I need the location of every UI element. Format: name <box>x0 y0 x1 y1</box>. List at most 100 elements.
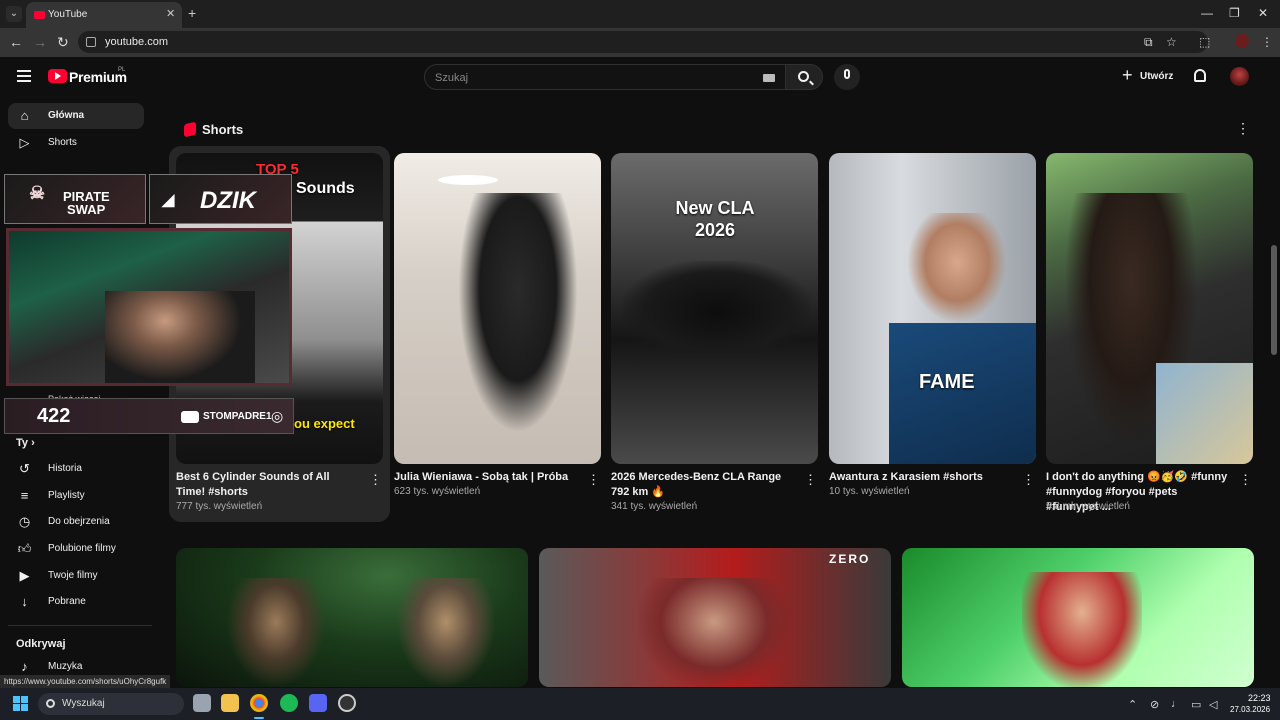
microphone-icon <box>844 69 850 79</box>
search-box[interactable] <box>424 64 786 90</box>
thumb-figure <box>396 578 496 687</box>
short-card[interactable]: Julia Wieniawa - Sobą tak | Próba 623 ty… <box>394 153 601 513</box>
sidebar-item-downloads[interactable]: ↓ Pobrane <box>8 589 144 615</box>
cast-icon[interactable]: ⧉ <box>1144 35 1153 50</box>
short-views: 10 tys. wyświetleń <box>829 486 910 497</box>
clock-time[interactable]: 22:23 <box>1248 693 1271 703</box>
instagram-icon: ◎ <box>271 408 284 424</box>
discord-icon[interactable] <box>309 694 327 712</box>
search-icon <box>798 71 809 82</box>
short-card[interactable]: I don't do anything 😡🥳🤣 #funny #funnydog… <box>1046 153 1253 513</box>
more-options-icon[interactable]: ⋮ <box>1236 121 1250 135</box>
menu-icon[interactable] <box>17 70 31 82</box>
sidebar-item-your-videos[interactable]: ▶ Twoje filmy <box>8 563 144 589</box>
short-card[interactable]: FAME Awantura z Karasiem #shorts 10 tys.… <box>829 153 1036 513</box>
sidebar-item-home[interactable]: ⌂ Główna <box>8 103 144 129</box>
avatar[interactable] <box>1230 67 1249 86</box>
youtube-logo-icon[interactable] <box>48 69 67 83</box>
short-thumbnail[interactable] <box>1046 153 1253 464</box>
sidebar-item-label: Do obejrzenia <box>48 516 110 527</box>
short-more-icon[interactable]: ⋮ <box>1022 473 1035 486</box>
sidebar-you-heading[interactable]: Ty › <box>16 437 35 449</box>
browser-profile-avatar[interactable] <box>1235 34 1249 48</box>
tab-close-icon[interactable]: ✕ <box>166 7 175 20</box>
sidebar-item-liked[interactable]: 👍︎ Polubione filmy <box>8 536 144 562</box>
sidebar-item-label: Pobrane <box>48 596 86 607</box>
sidebar-item-label: Twoje filmy <box>48 570 98 581</box>
short-title[interactable]: Julia Wieniawa - Sobą tak | Próba <box>394 470 579 485</box>
thumb-figure <box>458 193 578 433</box>
tab-search-button[interactable]: ⌄ <box>6 6 22 22</box>
volume-icon[interactable]: ◁ <box>1209 698 1217 711</box>
sidebar-item-label: Muzyka <box>48 661 83 672</box>
sidebar-item-history[interactable]: ↺ Historia <box>8 456 144 482</box>
short-more-icon[interactable]: ⋮ <box>587 473 600 486</box>
obs-icon[interactable] <box>338 694 356 712</box>
voice-search-button[interactable] <box>834 64 860 90</box>
short-card[interactable]: New CLA 2026 2026 Mercedes-Benz CLA Rang… <box>611 153 818 513</box>
shorts-logo-icon <box>184 121 196 138</box>
short-title[interactable]: 2026 Mercedes-Benz CLA Range 792 km 🔥 <box>611 470 796 500</box>
address-bar[interactable]: youtube.com ⧉ ☆ ⬚ ⋮ <box>78 31 1280 53</box>
short-title[interactable]: Awantura z Karasiem #shorts <box>829 470 1014 485</box>
ceiling-light <box>438 175 498 185</box>
video-thumbnail[interactable] <box>902 548 1254 687</box>
bookmark-star-icon[interactable]: ☆ <box>1166 35 1177 49</box>
tray-overflow-icon[interactable]: ⌃ <box>1128 698 1137 711</box>
keyboard-icon[interactable] <box>763 74 775 82</box>
chrome-icon[interactable] <box>250 694 268 712</box>
video-thumbnail[interactable]: ZERO <box>539 548 891 687</box>
thumb-face <box>639 578 789 687</box>
chrome-menu-icon[interactable]: ⋮ <box>1261 35 1273 49</box>
short-title[interactable]: Best 6 Cylinder Sounds of All Time! #sho… <box>176 470 361 500</box>
video-thumbnail[interactable] <box>176 548 528 687</box>
windows-start-icon[interactable] <box>13 696 29 712</box>
minimize-button[interactable]: — <box>1201 6 1213 20</box>
short-views: 341 tys. wyświetleń <box>611 501 698 512</box>
watch-later-icon: ◷ <box>18 514 31 529</box>
taskbar-search[interactable]: Wyszukaj <box>38 693 184 715</box>
tab-title: YouTube <box>48 9 88 20</box>
sidebar-item-playlists[interactable]: ≡ Playlisty <box>8 483 144 509</box>
short-more-icon[interactable]: ⋮ <box>1239 473 1252 486</box>
site-info-icon[interactable] <box>86 37 96 47</box>
shorts-icon: ▷ <box>19 135 30 150</box>
extensions-icon[interactable]: ⬚ <box>1199 35 1210 49</box>
like-icon: 👍︎ <box>17 541 32 556</box>
restore-button[interactable]: ❐ <box>1229 6 1240 20</box>
webcam-feed <box>6 228 292 386</box>
notifications-bell-icon[interactable] <box>1194 69 1206 82</box>
reload-button[interactable]: ↻ <box>57 34 69 51</box>
search-button[interactable] <box>785 64 823 90</box>
short-more-icon[interactable]: ⋮ <box>804 473 817 486</box>
omnibox-field[interactable]: youtube.com <box>78 31 1208 53</box>
task-view-icon[interactable] <box>193 694 211 712</box>
back-button[interactable]: ← <box>9 34 23 50</box>
sponsor-a-line2: SWAP <box>67 202 106 217</box>
network-icon[interactable]: ⊘ <box>1150 698 1159 711</box>
windows-taskbar: Wyszukaj ⌃ ⊘ ♩ ▭ ◁ 22:23 27.03.2026 <box>0 688 1280 720</box>
browser-tab[interactable]: YouTube ✕ <box>26 2 182 28</box>
clock-date[interactable]: 27.03.2026 <box>1230 705 1270 714</box>
short-thumbnail[interactable]: New CLA 2026 <box>611 153 818 464</box>
url-text[interactable]: youtube.com <box>105 36 168 48</box>
page-scrollbar[interactable] <box>1271 245 1277 355</box>
forward-button[interactable]: → <box>33 34 47 50</box>
short-thumbnail[interactable]: FAME <box>829 153 1036 464</box>
search-input[interactable] <box>435 70 755 86</box>
sidebar-item-shorts[interactable]: ▷ Shorts <box>8 130 144 156</box>
new-tab-button[interactable]: + <box>188 5 196 21</box>
browser-toolbar: ← → ↻ youtube.com ⧉ ☆ ⬚ ⋮ <box>0 28 1280 57</box>
stream-overlay: ☠ PIRATE SWAP ◢ DZIK Pokaż więcej 422 ST… <box>0 172 296 438</box>
short-thumbnail[interactable] <box>394 153 601 464</box>
create-button[interactable]: + Utwórz <box>1118 65 1174 89</box>
microphone-tray-icon[interactable]: ♩ <box>1171 698 1182 710</box>
display-icon[interactable]: ▭ <box>1191 698 1201 711</box>
file-explorer-icon[interactable] <box>221 694 239 712</box>
sidebar-divider <box>8 625 152 626</box>
zero-channel-badge: ZERO <box>829 552 871 566</box>
close-window-button[interactable]: ✕ <box>1258 6 1268 20</box>
short-more-icon[interactable]: ⋮ <box>369 473 382 486</box>
sidebar-item-watch-later[interactable]: ◷ Do obejrzenia <box>8 509 144 535</box>
spotify-icon[interactable] <box>280 694 298 712</box>
